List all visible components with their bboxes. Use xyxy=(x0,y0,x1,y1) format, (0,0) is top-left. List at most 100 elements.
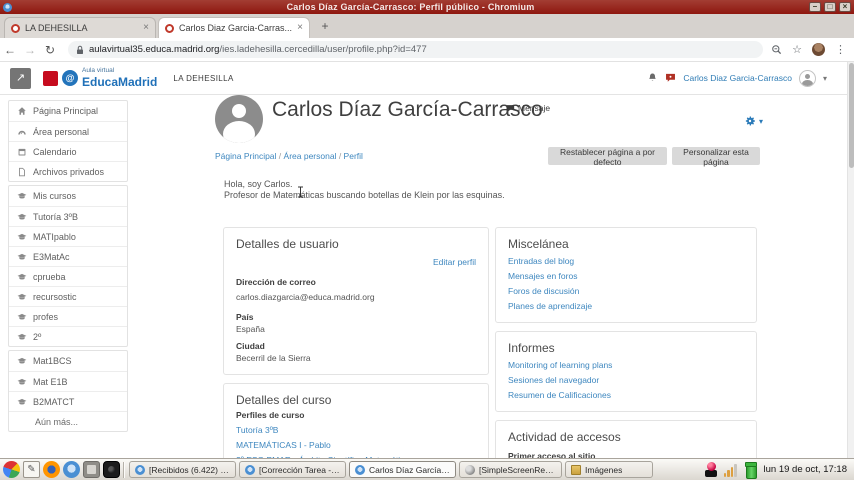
sidebar-item-calendario[interactable]: Calendario xyxy=(9,141,127,161)
taskbar-window-imagenes[interactable]: Imágenes xyxy=(565,461,653,478)
misc-link[interactable]: Foros de discusión xyxy=(508,286,744,296)
card-title: Detalles de usuario xyxy=(236,237,339,251)
description-line: Profesor de Matemáticas buscando botella… xyxy=(224,190,505,200)
course-link[interactable]: MATEMÁTICAS I - Pablo xyxy=(236,440,476,450)
minimize-button[interactable]: – xyxy=(809,2,821,12)
misc-link[interactable]: Planes de aprendizaje xyxy=(508,301,744,311)
notifications-bell-icon[interactable] xyxy=(647,72,658,84)
sidebar-item-2[interactable]: 2º xyxy=(9,326,127,346)
sidebar-item-mat1bcs[interactable]: Mat1BCS xyxy=(9,351,127,371)
tab-la-dehesilla[interactable]: LA DEHESILLA × xyxy=(4,17,156,38)
scrollbar-thumb[interactable] xyxy=(849,63,854,168)
screenshot-launcher-icon[interactable] xyxy=(83,461,100,478)
tab-close-icon[interactable]: × xyxy=(297,23,303,33)
sidebar-item-e3matac[interactable]: E3MatAc xyxy=(9,246,127,266)
sidebar-item-tutoria-3b[interactable]: Tutoría 3ºB xyxy=(9,206,127,226)
sidebar-item-label: E3MatAc xyxy=(33,251,70,262)
educamadrid-brand[interactable]: Aula virtual EducaMadrid xyxy=(82,68,157,88)
edit-profile-link[interactable]: Editar perfil xyxy=(433,257,476,267)
email-link[interactable]: carlos.diazgarcia@educa.madrid.org xyxy=(236,292,375,302)
report-link[interactable]: Sesiones del navegador xyxy=(508,375,744,385)
sidebar-item-cprueba[interactable]: cprueba xyxy=(9,266,127,286)
site-favicon xyxy=(165,23,174,33)
forward-button[interactable]: → xyxy=(20,43,40,57)
chromium-icon xyxy=(135,464,145,475)
breadcrumb-profile[interactable]: Perfil xyxy=(344,151,363,161)
sidebar-item-matipablo[interactable]: MATIpablo xyxy=(9,226,127,246)
notes-launcher-icon[interactable]: ✎ xyxy=(23,461,40,478)
header-user-avatar[interactable] xyxy=(798,69,816,87)
network-signal-icon[interactable] xyxy=(723,463,739,477)
sidebar-item-profes[interactable]: profes xyxy=(9,306,127,326)
page-title: Carlos Díaz García-Carrasco xyxy=(272,98,543,121)
messages-icon[interactable] xyxy=(665,73,676,83)
browser-profile-avatar[interactable] xyxy=(812,43,825,56)
firefox-launcher-icon[interactable] xyxy=(43,461,60,478)
app-menu-icon[interactable] xyxy=(3,461,20,478)
user-details-card: Detalles de usuario Editar perfil Direcc… xyxy=(223,227,489,375)
report-link[interactable]: Monitoring of learning plans xyxy=(508,360,744,370)
recording-tray-icon[interactable] xyxy=(704,462,719,477)
tab-profile[interactable]: Carlos Diaz Garcia-Carras... × xyxy=(158,17,310,38)
field-label: País xyxy=(236,312,254,322)
sidebar-item-aun-mas[interactable]: Aún más... xyxy=(9,411,127,431)
bookmark-star-icon[interactable]: ☆ xyxy=(792,43,802,56)
taskbar-window-correccion[interactable]: [Corrección Tarea - ... xyxy=(239,461,346,478)
browser-menu-icon[interactable]: ⋮ xyxy=(835,43,846,56)
taskbar-window-screenrecorder[interactable]: [SimpleScreenReco... xyxy=(459,461,562,478)
sidebar-item-label: Archivos privados xyxy=(33,166,105,177)
taskbar-window-label: [Recibidos (6.422) - ... xyxy=(149,464,230,475)
sidebar-item-b2matct[interactable]: B2MATCT xyxy=(9,391,127,411)
misc-link[interactable]: Entradas del blog xyxy=(508,256,744,266)
profile-description: Hola, soy Carlos. Profesor de Matemática… xyxy=(224,179,505,201)
site-name[interactable]: LA DEHESILLA xyxy=(173,74,233,83)
reset-page-button[interactable]: Restablecer página a por defecto xyxy=(548,147,667,167)
window-title: Carlos Díaz García-Carrasco: Perfil públ… xyxy=(286,2,535,12)
message-link[interactable]: Mensaje xyxy=(506,103,550,113)
taskbar-window-profile[interactable]: Carlos Díaz García-... xyxy=(349,461,456,478)
url-bar[interactable]: aulavirtual35.educa.madrid.org/ies.ladeh… xyxy=(68,41,764,58)
url-text: aulavirtual35.educa.madrid.org/ies.ladeh… xyxy=(89,44,427,55)
message-label: Mensaje xyxy=(518,103,551,113)
user-menu-caret-icon[interactable]: ▾ xyxy=(823,74,827,83)
sidebar-item-archivos-privados[interactable]: Archivos privados xyxy=(9,161,127,181)
trash-icon[interactable] xyxy=(744,462,758,479)
course-link[interactable]: Tutoría 3ºB xyxy=(236,425,476,435)
zoom-icon[interactable] xyxy=(771,44,782,55)
customize-page-button[interactable]: Personalizar esta página xyxy=(672,147,760,167)
new-tab-button[interactable]: + xyxy=(314,19,336,35)
reload-button[interactable]: ↻ xyxy=(40,43,60,57)
back-button[interactable]: ← xyxy=(0,43,20,57)
chromium-launcher-icon[interactable] xyxy=(63,461,80,478)
page-scrollbar[interactable] xyxy=(847,62,854,458)
sidebar-item-mat-e1b[interactable]: Mat E1B xyxy=(9,371,127,391)
nav-group-main: Página Principal Área personal Calendari… xyxy=(8,100,128,182)
expand-toggle-button[interactable]: ↗ xyxy=(10,67,31,89)
description-line: Hola, soy Carlos. xyxy=(224,179,293,189)
file-icon xyxy=(19,167,25,176)
tab-close-icon[interactable]: × xyxy=(143,23,149,33)
header-user-name[interactable]: Carlos Diaz Garcia-Carrasco xyxy=(683,73,792,83)
dashboard-icon xyxy=(18,130,26,134)
login-activity-card: Actividad de accesos Primer acceso al si… xyxy=(495,420,757,458)
breadcrumb-home[interactable]: Página Principal xyxy=(215,151,276,161)
sidebar-item-recursostic[interactable]: recursostic xyxy=(9,286,127,306)
taskbar-window-label: [Corrección Tarea - ... xyxy=(259,464,340,475)
taskbar-window-recibidos[interactable]: [Recibidos (6.422) - ... xyxy=(129,461,236,478)
breadcrumb-dashboard[interactable]: Área personal xyxy=(284,151,337,161)
sidebar-item-mis-cursos[interactable]: Mis cursos xyxy=(9,186,127,206)
settings-menu[interactable]: ▾ xyxy=(744,115,763,127)
field-label: Dirección de correo xyxy=(236,277,316,287)
close-button[interactable]: × xyxy=(839,2,851,12)
field-value: Becerril de la Sierra xyxy=(236,353,311,363)
sidebar-item-pagina-principal[interactable]: Página Principal xyxy=(9,101,127,121)
taskbar-clock[interactable]: lun 19 de oct, 17:18 xyxy=(764,464,847,475)
screenrecorder-launcher-icon[interactable] xyxy=(103,461,120,478)
sidebar-item-area-personal[interactable]: Área personal xyxy=(9,121,127,141)
tab-bar: LA DEHESILLA × Carlos Diaz Garcia-Carras… xyxy=(0,14,854,38)
misc-link[interactable]: Mensajes en foros xyxy=(508,271,744,281)
maximize-button[interactable]: □ xyxy=(824,2,836,12)
sidebar-item-label: Tutoría 3ºB xyxy=(33,211,78,222)
report-link[interactable]: Resumen de Calificaciones xyxy=(508,390,744,400)
message-bubble-icon xyxy=(506,104,515,112)
